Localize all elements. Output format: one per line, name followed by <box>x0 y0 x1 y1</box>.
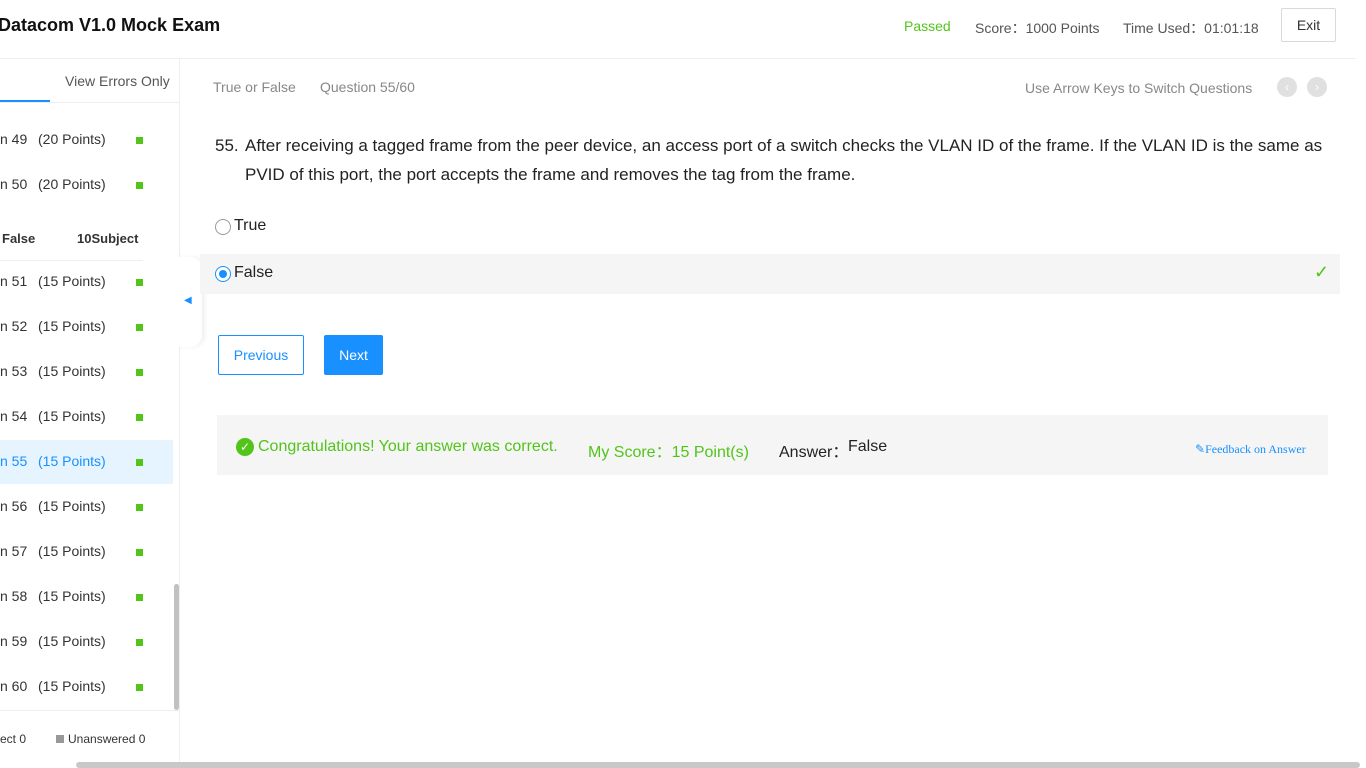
question-item-label: n 50 <box>0 176 28 192</box>
my-score: My Score：15 Point(s) <box>588 444 749 461</box>
question-item-60[interactable]: n 60 (15 Points) <box>0 665 173 709</box>
question-item-label: n 59 <box>0 633 28 649</box>
answered-status-indicator <box>136 279 143 286</box>
question-item-label: n 57 <box>0 543 28 559</box>
question-text: 55. After receiving a tagged frame from … <box>215 131 1325 189</box>
time-used: Time Used：01:01:18 <box>1123 20 1259 36</box>
exit-button[interactable]: Exit <box>1281 8 1336 42</box>
legend-unanswered-count: Unanswered 0 <box>68 732 146 746</box>
prev-question-icon[interactable]: ‹ <box>1277 77 1297 97</box>
answered-status-indicator <box>136 594 143 601</box>
question-item-points: (15 Points) <box>38 363 106 379</box>
option-label: False <box>234 264 274 281</box>
total-score: Score：1000 Points <box>975 20 1100 36</box>
question-item-points: (15 Points) <box>38 588 106 604</box>
next-button[interactable]: Next <box>324 335 383 375</box>
answered-status-indicator <box>136 639 143 646</box>
question-number: Question 55/60 <box>320 79 415 95</box>
legend-unanswered: Unanswered 0 <box>56 732 145 746</box>
page-horizontal-scrollbar[interactable] <box>76 762 1360 768</box>
question-item-49[interactable]: n 49 (20 Points) <box>0 118 173 162</box>
question-item-55[interactable]: n 55 (15 Points) <box>0 440 173 484</box>
question-sidebar: View Errors Only n 49 (20 Points) n 50 (… <box>0 59 180 768</box>
page-vertical-scrollbar[interactable] <box>1356 0 1366 768</box>
arrow-keys-hint: Use Arrow Keys to Switch Questions <box>1025 80 1253 96</box>
question-item-57[interactable]: n 57 (15 Points) <box>0 530 173 574</box>
answered-status-indicator <box>136 182 143 189</box>
answered-status-indicator <box>136 684 143 691</box>
question-item-54[interactable]: n 54 (15 Points) <box>0 395 173 439</box>
radio-false[interactable] <box>215 266 231 282</box>
next-question-icon[interactable]: › <box>1307 77 1327 97</box>
question-item-points: (15 Points) <box>38 273 106 289</box>
answered-status-indicator <box>136 459 143 466</box>
result-message: Congratulations! Your answer was correct… <box>258 438 558 455</box>
question-item-56[interactable]: n 56 (15 Points) <box>0 485 173 529</box>
pencil-icon: ✎ <box>1195 442 1206 456</box>
exam-title: Datacom V1.0 Mock Exam <box>0 15 221 35</box>
question-item-points: (20 Points) <box>38 131 106 147</box>
question-item-points: (15 Points) <box>38 543 106 559</box>
answered-status-indicator <box>136 324 143 331</box>
answer-result-panel: ✓ Congratulations! Your answer was corre… <box>217 415 1328 475</box>
status-legend: ect 0 Unanswered 0 <box>0 710 179 768</box>
section-name: False <box>2 231 36 246</box>
correct-check-icon: ✓ <box>1314 262 1330 282</box>
question-item-points: (15 Points) <box>38 318 106 334</box>
section-header-true-false: False 10Subject <box>0 229 143 261</box>
success-check-icon: ✓ <box>236 438 254 456</box>
previous-button[interactable]: Previous <box>218 335 304 375</box>
collapse-sidebar-toggle[interactable]: ◀ <box>176 257 202 347</box>
answer-label: Answer： <box>779 444 849 461</box>
question-item-points: (15 Points) <box>38 498 106 514</box>
sidebar-scrollbar[interactable] <box>174 584 179 710</box>
tab-divider <box>0 102 179 103</box>
answer-value: False <box>848 438 888 455</box>
question-item-50[interactable]: n 50 (20 Points) <box>0 163 173 207</box>
feedback-link[interactable]: ✎Feedback on Answer <box>1195 442 1306 457</box>
question-item-label: n 53 <box>0 363 28 379</box>
question-item-points: (15 Points) <box>38 408 106 424</box>
tab-view-errors-only[interactable]: View Errors Only <box>65 73 170 89</box>
pass-status: Passed <box>904 18 951 34</box>
option-false[interactable]: False ✓ <box>200 254 1340 294</box>
section-count: 10Subject <box>77 231 139 246</box>
answered-status-indicator <box>136 504 143 511</box>
option-true[interactable]: True <box>200 207 1340 247</box>
answered-status-indicator <box>136 414 143 421</box>
question-body: After receiving a tagged frame from the … <box>245 136 1323 184</box>
question-item-label: n 54 <box>0 408 28 424</box>
question-item-label: n 58 <box>0 588 28 604</box>
question-item-label: n 56 <box>0 498 28 514</box>
top-bar: Datacom V1.0 Mock Exam Passed Score：1000… <box>0 0 1366 59</box>
question-item-59[interactable]: n 59 (15 Points) <box>0 620 173 664</box>
answered-status-indicator <box>136 549 143 556</box>
option-label: True <box>234 217 267 234</box>
unanswered-swatch <box>56 735 64 743</box>
question-item-label: n 60 <box>0 678 28 694</box>
question-item-label: n 55 <box>0 453 28 469</box>
collapse-arrow-icon: ◀ <box>184 295 192 306</box>
question-item-51[interactable]: n 51 (15 Points) <box>0 260 173 304</box>
radio-true[interactable] <box>215 219 231 235</box>
question-index: 55. <box>215 136 239 155</box>
question-item-points: (15 Points) <box>38 633 106 649</box>
feedback-label: Feedback on Answer <box>1205 442 1306 456</box>
question-item-label: n 51 <box>0 273 28 289</box>
question-item-58[interactable]: n 58 (15 Points) <box>0 575 173 619</box>
answered-status-indicator <box>136 137 143 144</box>
question-item-53[interactable]: n 53 (15 Points) <box>0 350 173 394</box>
answered-status-indicator <box>136 369 143 376</box>
question-item-points: (20 Points) <box>38 176 106 192</box>
question-item-label: n 49 <box>0 131 28 147</box>
question-item-points: (15 Points) <box>38 678 106 694</box>
question-type: True or False <box>213 79 296 95</box>
question-item-points: (15 Points) <box>38 453 106 469</box>
legend-correct-count: ect 0 <box>0 732 27 746</box>
question-item-label: n 52 <box>0 318 28 334</box>
question-item-52[interactable]: n 52 (15 Points) <box>0 305 173 349</box>
